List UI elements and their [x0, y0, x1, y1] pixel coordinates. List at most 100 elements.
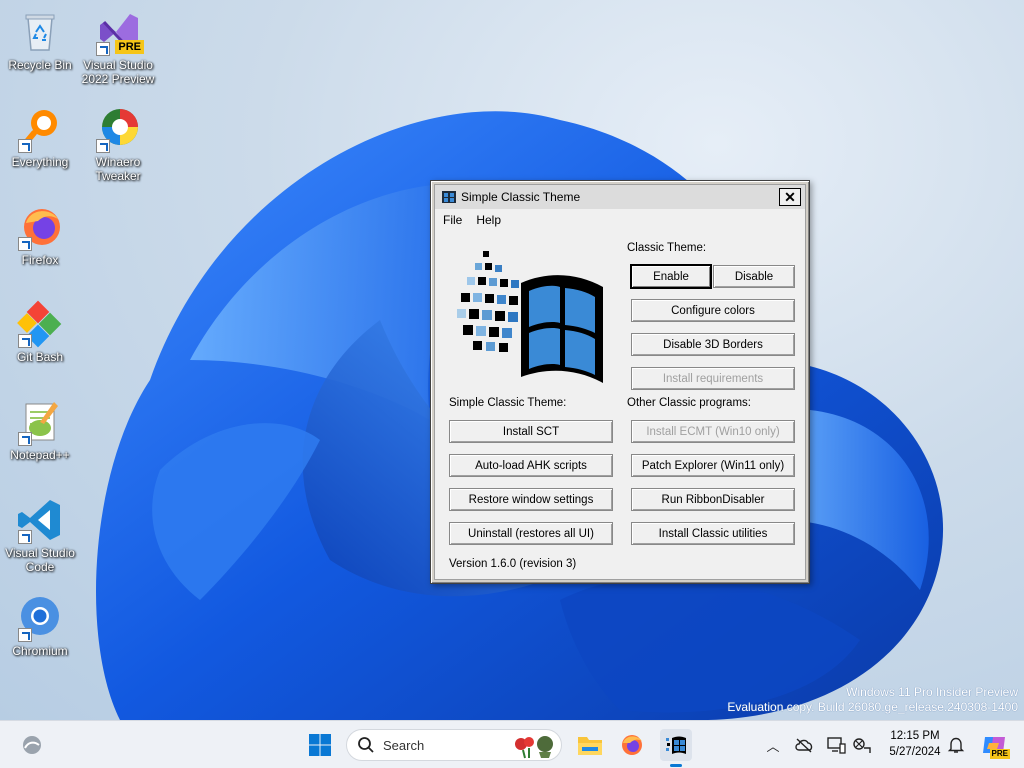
winaero-tweaker-icon	[94, 105, 142, 153]
shortcut-arrow-icon	[18, 530, 32, 544]
windows-start-icon	[309, 734, 331, 756]
window-title: Simple Classic Theme	[461, 190, 581, 204]
app-icon	[442, 191, 456, 203]
clock-time: 12:15 PM	[890, 730, 940, 742]
auto-load-ahk-scripts-button[interactable]: Auto-load AHK scripts	[449, 454, 613, 477]
logo-flag	[521, 275, 603, 383]
firefox-icon	[622, 735, 642, 755]
shortcut-arrow-icon	[18, 237, 32, 251]
classic-windows-logo	[457, 251, 603, 383]
chromium-icon	[16, 594, 64, 642]
disable-3d-borders-button[interactable]: Disable 3D Borders	[631, 333, 795, 356]
install-requirements-button[interactable]: Install requirements	[631, 367, 795, 390]
uninstall-button[interactable]: Uninstall (restores all UI)	[449, 522, 613, 545]
classic-theme-label: Classic Theme:	[627, 242, 707, 254]
classic-windows-logo-icon	[666, 736, 686, 754]
install-classic-utilities-button[interactable]: Install Classic utilities	[631, 522, 795, 545]
version-label: Version 1.6.0 (revision 3)	[449, 558, 577, 570]
copilot-pre-badge: PRE	[989, 749, 1010, 759]
taskbar-firefox[interactable]	[616, 729, 648, 761]
search-placeholder: Search	[383, 737, 425, 753]
watermark-line-1: Windows 11 Pro Insider Preview	[846, 685, 1018, 699]
shortcut-arrow-icon	[96, 42, 110, 56]
install-ecmt-button[interactable]: Install ECMT (Win10 only)	[631, 420, 795, 443]
other-classic-programs-label: Other Classic programs:	[627, 397, 751, 409]
network-disconnected-icon	[853, 738, 871, 753]
restore-window-settings-button[interactable]: Restore window settings	[449, 488, 613, 511]
shortcut-arrow-icon	[18, 334, 32, 348]
start-button[interactable]	[304, 729, 336, 761]
tray-display[interactable]	[826, 735, 846, 755]
recycle-bin-icon	[16, 8, 64, 56]
git-bash-icon	[16, 300, 64, 348]
everything-search-icon	[16, 105, 64, 153]
simple-classic-theme-window: Simple Classic Theme ✕ File Help Classic…	[430, 180, 810, 584]
firefox-icon	[16, 203, 64, 251]
desktop-icon-label: Firefox	[21, 253, 59, 267]
desktop-icon-label: Everything	[11, 155, 69, 169]
desktop-icon-chromium[interactable]: Chromium	[0, 594, 80, 658]
search-highlight-icon	[515, 736, 553, 759]
shortcut-arrow-icon	[96, 139, 110, 153]
shortcut-arrow-icon	[18, 139, 32, 153]
desktop-icon-label: Visual Studio Code	[5, 546, 75, 574]
search-icon	[358, 737, 374, 753]
watermark-line-2: Evaluation copy. Build 26080.ge_release.…	[727, 700, 1018, 714]
desktop-icon-everything[interactable]: Everything	[0, 105, 80, 169]
active-indicator	[670, 764, 682, 767]
clock-date: 5/27/2024	[889, 746, 941, 758]
weather-widget-icon	[23, 736, 41, 754]
enable-button[interactable]: Enable	[631, 265, 711, 288]
run-ribbon-disabler-button[interactable]: Run RibbonDisabler	[631, 488, 795, 511]
visual-studio-icon: PRE	[94, 8, 144, 56]
taskbar-file-explorer[interactable]	[574, 729, 606, 761]
configure-colors-button[interactable]: Configure colors	[631, 299, 795, 322]
desktop-icon-label: Visual Studio 2022 Preview	[81, 58, 155, 86]
desktop-icon-notepad-plus-plus[interactable]: Notepad++	[0, 398, 80, 462]
logo-trail-squares	[457, 251, 519, 352]
desktop-icon-label: Recycle Bin	[8, 58, 72, 72]
display-icon	[827, 737, 846, 754]
cloud-offline-icon	[795, 738, 813, 753]
taskbar: Search ︿ 12:15 PM 5/27/2024 PRE	[0, 720, 1024, 768]
file-explorer-icon	[578, 737, 602, 755]
install-sct-button[interactable]: Install SCT	[449, 420, 613, 443]
desktop-icon-visual-studio-code[interactable]: Visual Studio Code	[0, 496, 80, 574]
desktop-icon-winaero-tweaker[interactable]: Winaero Tweaker	[78, 105, 158, 183]
desktop-icon-label: Winaero Tweaker	[95, 155, 141, 183]
desktop-icon-label: Chromium	[12, 644, 68, 658]
desktop-icon-label: Notepad++	[10, 448, 70, 462]
menu-help[interactable]: Help	[476, 213, 501, 227]
patch-explorer-button[interactable]: Patch Explorer (Win11 only)	[631, 454, 795, 477]
menu-file[interactable]: File	[443, 213, 462, 227]
window-client: Simple Classic Theme ✕ File Help Classic…	[434, 184, 806, 580]
show-hidden-icons-button[interactable]: ︿	[763, 735, 783, 755]
shortcut-arrow-icon	[18, 432, 32, 446]
desktop-icon-firefox[interactable]: Firefox	[0, 203, 80, 267]
evaluation-watermark: Windows 11 Pro Insider Preview Evaluatio…	[727, 685, 1018, 715]
disable-button[interactable]: Disable	[713, 265, 795, 288]
tray-network[interactable]	[852, 735, 872, 755]
desktop-icon-recycle-bin[interactable]: Recycle Bin	[0, 8, 80, 72]
shortcut-arrow-icon	[18, 628, 32, 642]
close-icon: ✕	[784, 189, 796, 205]
taskbar-search[interactable]: Search	[346, 729, 562, 761]
vscode-icon	[16, 496, 64, 544]
widgets-button[interactable]	[16, 729, 48, 761]
taskbar-simple-classic-theme[interactable]	[660, 729, 692, 767]
clock[interactable]: 12:15 PM 5/27/2024	[880, 728, 950, 760]
copilot-button[interactable]: PRE	[978, 729, 1010, 761]
desktop-icon-git-bash[interactable]: Git Bash	[0, 300, 80, 364]
pre-badge: PRE	[115, 40, 144, 54]
title-bar[interactable]: Simple Classic Theme ✕	[435, 185, 805, 209]
notepad-plus-plus-icon	[16, 398, 64, 446]
notifications-button[interactable]	[946, 735, 966, 755]
simple-classic-theme-section-label: Simple Classic Theme:	[449, 397, 567, 409]
close-button[interactable]: ✕	[779, 188, 801, 206]
desktop-icon-label: Git Bash	[16, 350, 64, 364]
desktop-icon-visual-studio-2022[interactable]: PRE Visual Studio 2022 Preview	[78, 8, 158, 86]
menu-bar: File Help	[443, 213, 501, 227]
tray-onedrive[interactable]	[794, 735, 814, 755]
chevron-up-icon: ︿	[766, 738, 780, 754]
bell-icon	[947, 737, 965, 753]
